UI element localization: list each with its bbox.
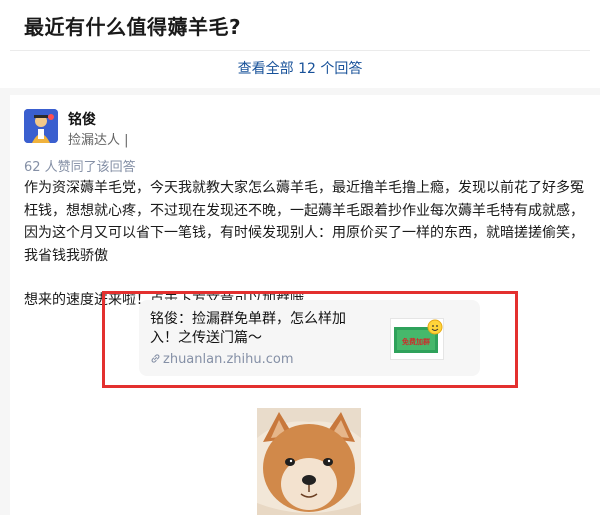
divider [10, 50, 590, 51]
answer-card: 铭俊 捡漏达人 | 62 人赞同了该回答 作为资深薅羊毛党，今天我就教大家怎么薅… [10, 95, 600, 515]
dog-image-icon [257, 408, 361, 515]
question-header: 最近有什么值得薅羊毛? 查看全部 12 个回答 [0, 0, 600, 88]
link-card[interactable]: 铭俊：捡漏群免单群，怎么样加入！之传送门篇～ zhuanlan.zhihu.co… [139, 300, 480, 376]
vote-count: 62 人赞同了该回答 [24, 160, 136, 175]
avatar[interactable] [24, 109, 58, 143]
answer-paragraph: 作为资深薅羊毛党，今天我就教大家怎么薅羊毛，最近撸羊毛撸上瘾，发现以前花了好多冤… [24, 180, 584, 264]
link-card-url-text: zhuanlan.zhihu.com [163, 352, 294, 367]
link-icon [151, 354, 160, 363]
author-name[interactable]: 铭俊 [68, 109, 96, 129]
thumbnail-image-icon: 免费加群 [394, 319, 443, 353]
thumbnail-text: 免费加群 [402, 337, 430, 346]
link-card-url: zhuanlan.zhihu.com [150, 352, 294, 367]
avatar-image-icon [24, 109, 58, 143]
view-all-answers-link[interactable]: 查看全部 12 个回答 [0, 58, 600, 78]
link-card-title: 铭俊：捡漏群免单群，怎么样加入！之传送门篇～ [150, 311, 346, 346]
shiba-dog-image [257, 408, 361, 515]
link-card-thumbnail: 免费加群 [390, 318, 444, 360]
author-tagline: 捡漏达人 | [68, 133, 129, 148]
question-title[interactable]: 最近有什么值得薅羊毛? [24, 11, 241, 40]
